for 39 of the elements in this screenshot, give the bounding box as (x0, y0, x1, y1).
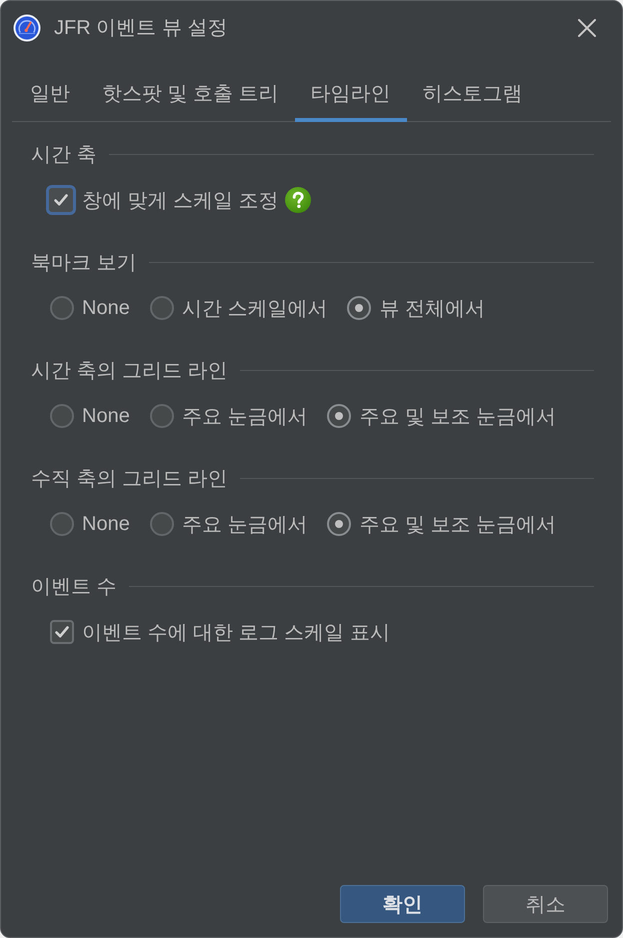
checkbox-label: 창에 맞게 스케일 조정 (82, 188, 279, 214)
radio-label: 뷰 전체에서 (379, 296, 485, 322)
radio-label: 주요 및 보조 눈금에서 (359, 512, 556, 538)
checkbox-label: 이벤트 수에 대한 로그 스케일 표시 (82, 620, 390, 646)
radio-button[interactable] (150, 404, 174, 428)
checkbox[interactable] (50, 620, 74, 644)
tab[interactable]: 타임라인 (294, 68, 407, 122)
radio-button[interactable] (327, 512, 352, 536)
radio-label: None (82, 512, 130, 536)
radio-button[interactable] (50, 512, 74, 536)
section-title: 수직 축의 그리드 라인 (31, 466, 228, 492)
tab[interactable]: 히스토그램 (406, 68, 539, 122)
radio-button[interactable] (347, 296, 372, 320)
help-icon[interactable] (284, 187, 311, 213)
radio-button[interactable] (50, 404, 74, 428)
radio-button[interactable] (150, 512, 174, 536)
section-title: 시간 축 (31, 142, 97, 168)
radio-label: None (82, 404, 130, 428)
radio-label: 주요 및 보조 눈금에서 (359, 404, 556, 430)
radio-button[interactable] (50, 296, 74, 320)
tab[interactable]: 일반 (14, 68, 86, 122)
section-title: 북마크 보기 (31, 250, 137, 276)
radio-label: 주요 눈금에서 (182, 404, 308, 430)
check-icon (53, 192, 69, 208)
radio-button[interactable] (327, 404, 352, 428)
close-icon[interactable] (578, 18, 596, 36)
cancel-button[interactable]: 취소 (483, 885, 608, 923)
radio-label: None (82, 296, 130, 320)
radio-label: 시간 스케일에서 (182, 296, 328, 322)
section-title: 시간 축의 그리드 라인 (31, 358, 228, 384)
checkbox[interactable] (46, 185, 76, 215)
section-title: 이벤트 수 (31, 574, 117, 600)
check-icon (54, 624, 70, 640)
window-title: JFR 이벤트 뷰 설정 (54, 16, 228, 41)
radio-button[interactable] (150, 296, 174, 320)
radio-label: 주요 눈금에서 (182, 512, 308, 538)
tab[interactable]: 핫스팟 및 호출 트리 (86, 68, 295, 122)
ok-button[interactable]: 확인 (340, 885, 465, 923)
gauge-icon (13, 14, 41, 42)
